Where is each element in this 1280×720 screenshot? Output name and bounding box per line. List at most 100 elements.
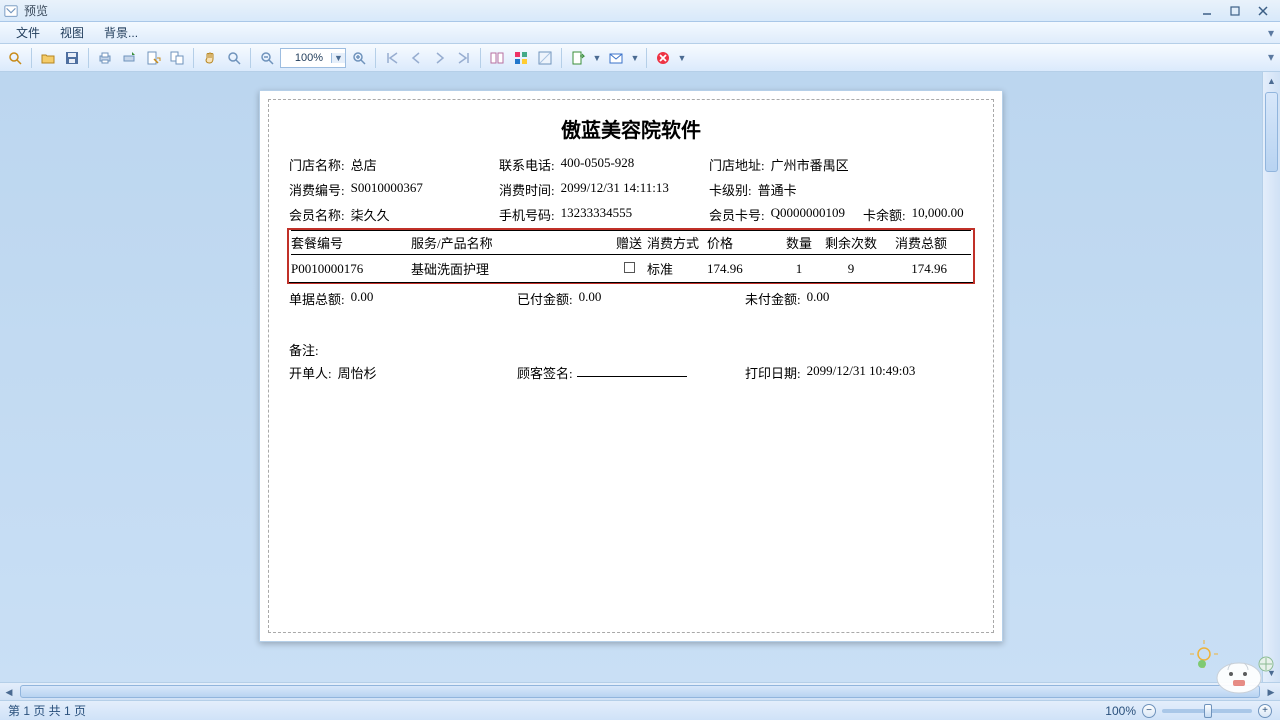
separator (88, 48, 89, 68)
td-remain: 9 (821, 261, 881, 277)
menu-file[interactable]: 文件 (6, 22, 50, 43)
close-dropdown-icon[interactable]: ▼ (676, 53, 688, 63)
th-total: 消费总额 (881, 233, 951, 252)
th-method: 消费方式 (647, 233, 707, 252)
order-no: S0010000367 (351, 180, 423, 199)
email-dropdown-icon[interactable]: ▼ (629, 53, 641, 63)
paid: 0.00 (579, 289, 602, 308)
scale-icon[interactable] (166, 47, 188, 69)
balance-label: 卡余额: (863, 205, 906, 224)
hscroll-track[interactable] (18, 683, 1262, 700)
separator (561, 48, 562, 68)
scroll-thumb[interactable] (1265, 92, 1278, 172)
zoom-combo[interactable]: 100% ▼ (280, 48, 346, 68)
window-title: 预览 (24, 2, 1192, 19)
status-page: 第 1 页 共 1 页 (8, 702, 1105, 719)
th-name: 服务/产品名称 (411, 233, 611, 252)
print-label: 打印日期: (745, 363, 801, 382)
menu-overflow-icon[interactable]: ▾ (1268, 26, 1274, 40)
th-gift: 赠送 (611, 233, 647, 252)
close-button[interactable] (1250, 3, 1276, 19)
open-icon[interactable] (37, 47, 59, 69)
td-name: 基础洗面护理 (411, 259, 611, 278)
save-icon[interactable] (61, 47, 83, 69)
scroll-up-icon[interactable]: ▲ (1263, 72, 1280, 90)
remark-row: 备注: (289, 340, 973, 359)
menu-background[interactable]: 背景... (94, 22, 148, 43)
watermark-icon[interactable] (534, 47, 556, 69)
menu-view[interactable]: 视图 (50, 22, 94, 43)
minimize-button[interactable] (1194, 3, 1220, 19)
status-zoom: 100% − + (1105, 704, 1272, 718)
td-total: 174.96 (881, 261, 951, 277)
scroll-left-icon[interactable]: ◀ (0, 683, 18, 700)
prev-page-icon[interactable] (405, 47, 427, 69)
multipage-icon[interactable] (486, 47, 508, 69)
scroll-down-icon[interactable]: ▼ (1263, 664, 1280, 682)
sign-label: 顾客签名: (517, 363, 573, 382)
next-page-icon[interactable] (429, 47, 451, 69)
print-date: 2099/12/31 10:49:03 (807, 363, 916, 382)
paid-label: 已付金额: (517, 289, 573, 308)
zoom-value: 100% (287, 51, 331, 65)
sign-line (577, 363, 687, 377)
vertical-scrollbar[interactable]: ▲ ▼ (1262, 72, 1280, 682)
zoom-in-button[interactable]: + (1258, 704, 1272, 718)
remark-label: 备注: (289, 343, 319, 358)
email-icon[interactable] (605, 47, 627, 69)
title-bar: 预览 (0, 0, 1280, 22)
separator (250, 48, 251, 68)
phone: 400-0505-928 (561, 155, 635, 174)
first-page-icon[interactable] (381, 47, 403, 69)
close-preview-icon[interactable] (652, 47, 674, 69)
totals-row: 单据总额:0.00 已付金额:0.00 未付金额:0.00 (289, 289, 973, 308)
page: 傲蓝美容院软件 门店名称:总店 联系电话:400-0505-928 门店地址:广… (259, 90, 1003, 642)
hand-tool-icon[interactable] (199, 47, 221, 69)
card-level: 普通卡 (758, 180, 797, 199)
export-dropdown-icon[interactable]: ▼ (591, 53, 603, 63)
quick-print-icon[interactable] (118, 47, 140, 69)
separator (193, 48, 194, 68)
zoom-slider[interactable] (1162, 709, 1252, 713)
td-price: 174.96 (707, 261, 777, 277)
status-bar: 第 1 页 共 1 页 100% − + (0, 700, 1280, 720)
mobile-label: 手机号码: (499, 205, 555, 224)
th-qty: 数量 (777, 233, 821, 252)
zoom-in-icon[interactable] (348, 47, 370, 69)
scroll-right-icon[interactable]: ▶ (1262, 683, 1280, 700)
zoom-dropdown-icon[interactable]: ▼ (331, 53, 345, 63)
balance: 10,000.00 (912, 205, 964, 224)
td-package-no: P0010000176 (291, 261, 411, 277)
maximize-button[interactable] (1222, 3, 1248, 19)
scroll-track[interactable] (1263, 90, 1280, 664)
toolbar-overflow-icon[interactable]: ▾ (1268, 50, 1274, 64)
th-package-no: 套餐编号 (291, 233, 411, 252)
unpaid: 0.00 (807, 289, 830, 308)
phone-label: 联系电话: (499, 155, 555, 174)
bill-total: 0.00 (351, 289, 374, 308)
addr-label: 门店地址: (709, 155, 765, 174)
toolbar: 100% ▼ ▼ ▼ ▼ ▾ (0, 44, 1280, 72)
print-icon[interactable] (94, 47, 116, 69)
zoom-out-icon[interactable] (256, 47, 278, 69)
zoom-slider-knob[interactable] (1204, 704, 1212, 718)
color-icon[interactable] (510, 47, 532, 69)
unpaid-label: 未付金额: (745, 289, 801, 308)
page-setup-icon[interactable] (142, 47, 164, 69)
zoom-out-button[interactable]: − (1142, 704, 1156, 718)
table-header: 套餐编号 服务/产品名称 赠送 消费方式 价格 数量 剩余次数 消费总额 (291, 230, 971, 255)
member: 柒久久 (351, 205, 390, 224)
last-page-icon[interactable] (453, 47, 475, 69)
doc-title: 傲蓝美容院软件 (289, 114, 973, 143)
items-table: 套餐编号 服务/产品名称 赠送 消费方式 价格 数量 剩余次数 消费总额 P00… (289, 228, 973, 283)
highlight-box: 套餐编号 服务/产品名称 赠送 消费方式 价格 数量 剩余次数 消费总额 P00… (287, 228, 975, 284)
menu-bar: 文件 视图 背景... ▾ (0, 22, 1280, 44)
separator (31, 48, 32, 68)
horizontal-scrollbar[interactable]: ◀ ▶ (0, 682, 1280, 700)
preview-canvas[interactable]: 傲蓝美容院软件 门店名称:总店 联系电话:400-0505-928 门店地址:广… (0, 72, 1262, 682)
mobile: 13233334555 (561, 205, 633, 224)
export-icon[interactable] (567, 47, 589, 69)
magnifier-icon[interactable] (223, 47, 245, 69)
search-icon[interactable] (4, 47, 26, 69)
hscroll-thumb[interactable] (20, 685, 1260, 698)
